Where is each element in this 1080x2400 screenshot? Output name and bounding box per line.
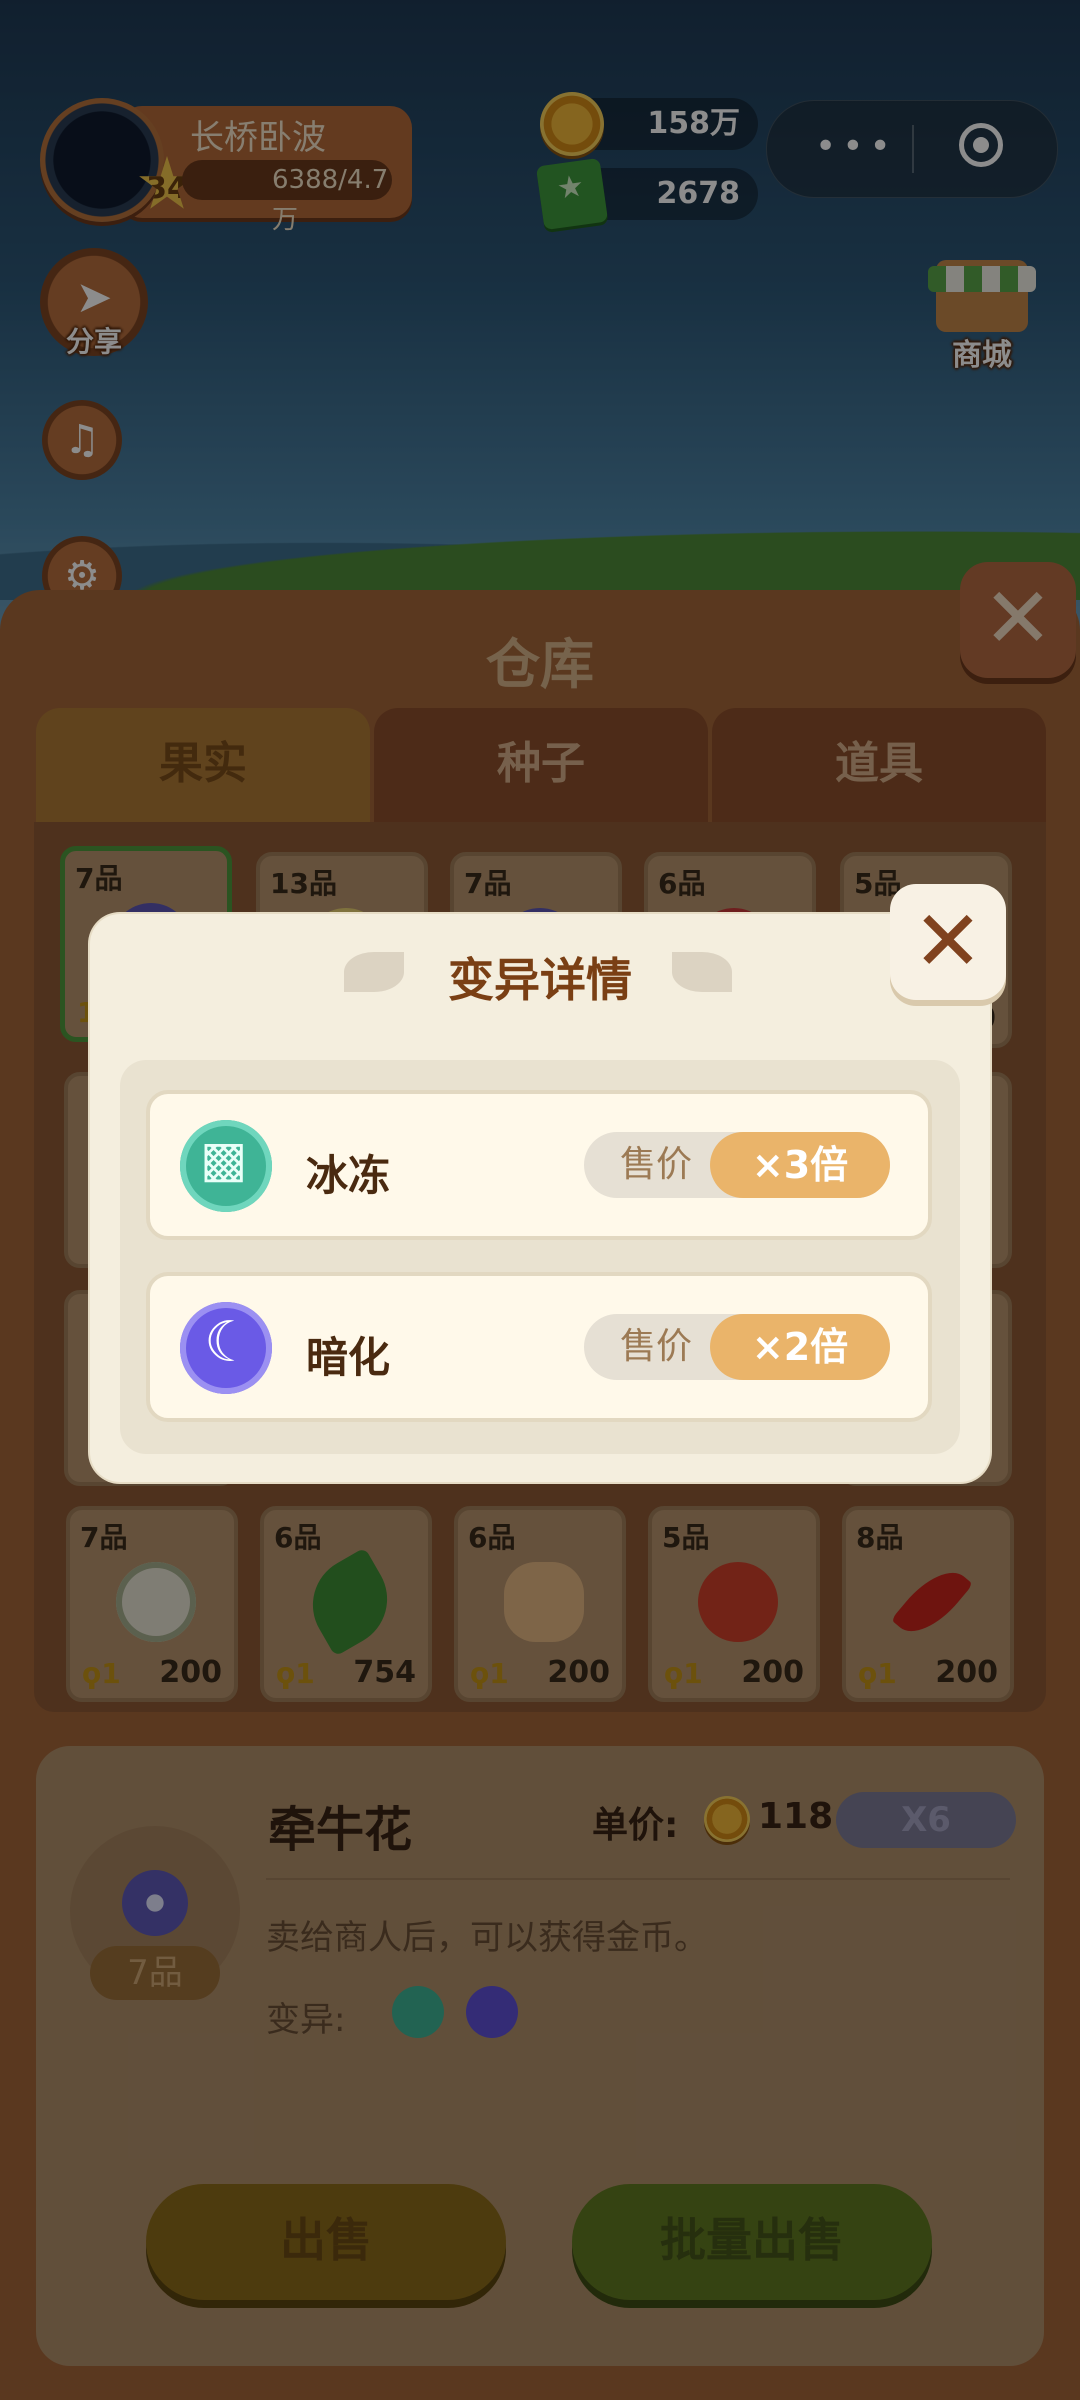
- leaf-decoration-icon: [672, 952, 732, 992]
- mutation-details-modal: 变异详情 冰冻 售价 ×3倍 暗化 售价 ×2倍: [90, 914, 990, 1482]
- sell-price-pill: 售价 ×3倍: [584, 1132, 890, 1198]
- sell-price-pill: 售价 ×2倍: [584, 1314, 890, 1380]
- modal-title: 变异详情: [448, 953, 632, 1007]
- close-modal-button[interactable]: ✕: [890, 884, 1006, 1000]
- moon-icon: [180, 1302, 272, 1394]
- mutation-list: 冰冻 售价 ×3倍 暗化 售价 ×2倍: [120, 1060, 960, 1454]
- mutation-card-ice: 冰冻 售价 ×3倍: [146, 1090, 932, 1240]
- ice-cube-icon: [180, 1120, 272, 1212]
- mutation-card-dark: 暗化 售价 ×2倍: [146, 1272, 932, 1422]
